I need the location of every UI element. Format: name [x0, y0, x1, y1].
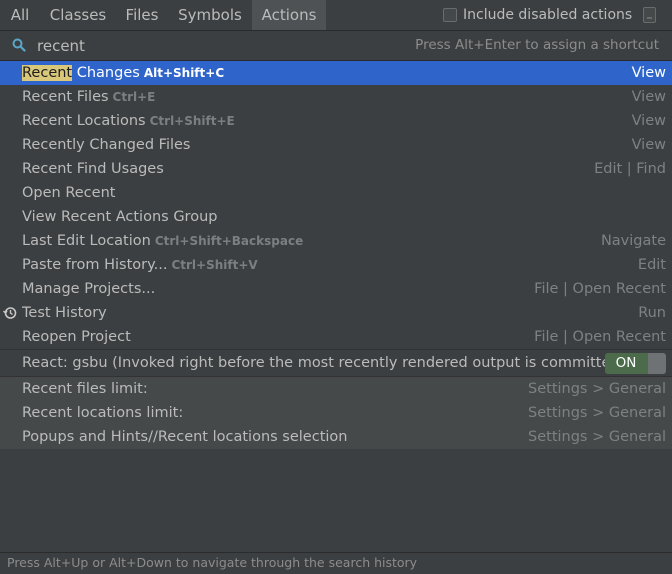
result-shortcut: Ctrl+Shift+V — [171, 258, 258, 272]
result-row[interactable]: Open Recent — [0, 181, 672, 205]
settings-row[interactable]: Recent files limit: Settings > General — [0, 377, 672, 401]
result-label: Recent Find Usages — [22, 161, 164, 177]
settings-row[interactable]: Popups and Hints//Recent locations selec… — [0, 425, 672, 449]
result-label: Open Recent — [22, 185, 116, 201]
result-row[interactable]: Recent Files Ctrl+E View — [0, 85, 672, 109]
result-row[interactable]: Manage Projects... File | Open Recent — [0, 277, 672, 301]
settings-row[interactable]: Recent locations limit: Settings > Gener… — [0, 401, 672, 425]
option-row[interactable]: React: gsbu (Invoked right before the mo… — [0, 350, 672, 376]
tab-symbols[interactable]: Symbols — [168, 0, 252, 30]
history-clock-icon — [3, 307, 17, 319]
result-group: View — [631, 65, 666, 81]
result-shortcut: Ctrl+Shift+Backspace — [154, 234, 304, 248]
match-highlight: Recent — [22, 65, 73, 81]
result-shortcut: Ctrl+Shift+E — [149, 114, 235, 128]
result-group: Edit | Find — [594, 161, 666, 177]
result-row[interactable]: Recently Changed Files View — [0, 133, 672, 157]
result-label: Recent Files — [22, 89, 109, 105]
result-group: Run — [638, 305, 666, 321]
result-label: Last Edit Location — [22, 233, 151, 249]
setting-label: Recent locations limit: — [22, 405, 184, 421]
toggle-knob — [648, 353, 666, 374]
result-label: Test History — [22, 305, 107, 321]
result-label: Recent Locations — [22, 113, 146, 129]
result-row[interactable]: Recent Locations Ctrl+Shift+E View — [0, 109, 672, 133]
result-row[interactable]: Recent Find Usages Edit | Find — [0, 157, 672, 181]
pin-window-icon[interactable] — [643, 7, 656, 23]
result-label: Recently Changed Files — [22, 137, 191, 153]
tab-all[interactable]: All — [0, 0, 40, 30]
result-row[interactable]: Last Edit Location Ctrl+Shift+Backspace N… — [0, 229, 672, 253]
search-icon — [12, 38, 26, 52]
search-bar: Press Alt+Enter to assign a shortcut — [0, 31, 672, 61]
search-hint: Press Alt+Enter to assign a shortcut — [415, 37, 659, 53]
setting-label: Popups and Hints//Recent locations selec… — [22, 429, 348, 445]
tab-classes[interactable]: Classes — [40, 0, 116, 30]
result-label: Reopen Project — [22, 329, 131, 345]
result-shortcut: Alt+Shift+C — [143, 66, 225, 80]
result-row[interactable]: Test History Run — [0, 301, 672, 325]
result-group: Navigate — [600, 233, 666, 249]
option-label: React: gsbu (Invoked right before the mo… — [22, 355, 634, 371]
result-group: File | Open Recent — [534, 281, 666, 297]
status-text: Press Alt+Up or Alt+Down to navigate thr… — [7, 555, 418, 570]
result-group: Edit — [637, 257, 666, 273]
option-toggle[interactable]: ON — [605, 353, 666, 374]
include-disabled-label[interactable]: Include disabled actions — [463, 0, 632, 30]
setting-group: Settings > General — [528, 381, 666, 397]
search-input[interactable] — [37, 31, 417, 60]
result-label: View Recent Actions Group — [22, 209, 218, 225]
setting-group: Settings > General — [528, 405, 666, 421]
result-label: Manage Projects... — [22, 281, 156, 297]
result-label: Paste from History... — [22, 257, 168, 273]
search-everywhere-tabs: All Classes Files Symbols Actions Includ… — [0, 0, 672, 31]
status-bar: Press Alt+Up or Alt+Down to navigate thr… — [0, 552, 672, 574]
tab-files[interactable]: Files — [116, 0, 168, 30]
setting-group: Settings > General — [528, 429, 666, 445]
result-shortcut: Ctrl+E — [112, 90, 156, 104]
result-group: View — [631, 137, 666, 153]
result-group: File | Open Recent — [534, 329, 666, 345]
result-group: View — [631, 89, 666, 105]
result-label: Changes — [72, 65, 140, 81]
include-disabled-checkbox[interactable] — [443, 8, 457, 22]
result-row[interactable]: View Recent Actions Group — [0, 205, 672, 229]
result-row[interactable]: Recent Changes Alt+Shift+C View — [0, 61, 672, 85]
result-row[interactable]: Reopen Project File | Open Recent — [0, 325, 672, 349]
tab-actions[interactable]: Actions — [252, 0, 326, 30]
toggle-on-label: ON — [605, 353, 647, 374]
result-row[interactable]: Paste from History... Ctrl+Shift+V Edit — [0, 253, 672, 277]
setting-label: Recent files limit: — [22, 381, 148, 397]
result-group: View — [631, 113, 666, 129]
